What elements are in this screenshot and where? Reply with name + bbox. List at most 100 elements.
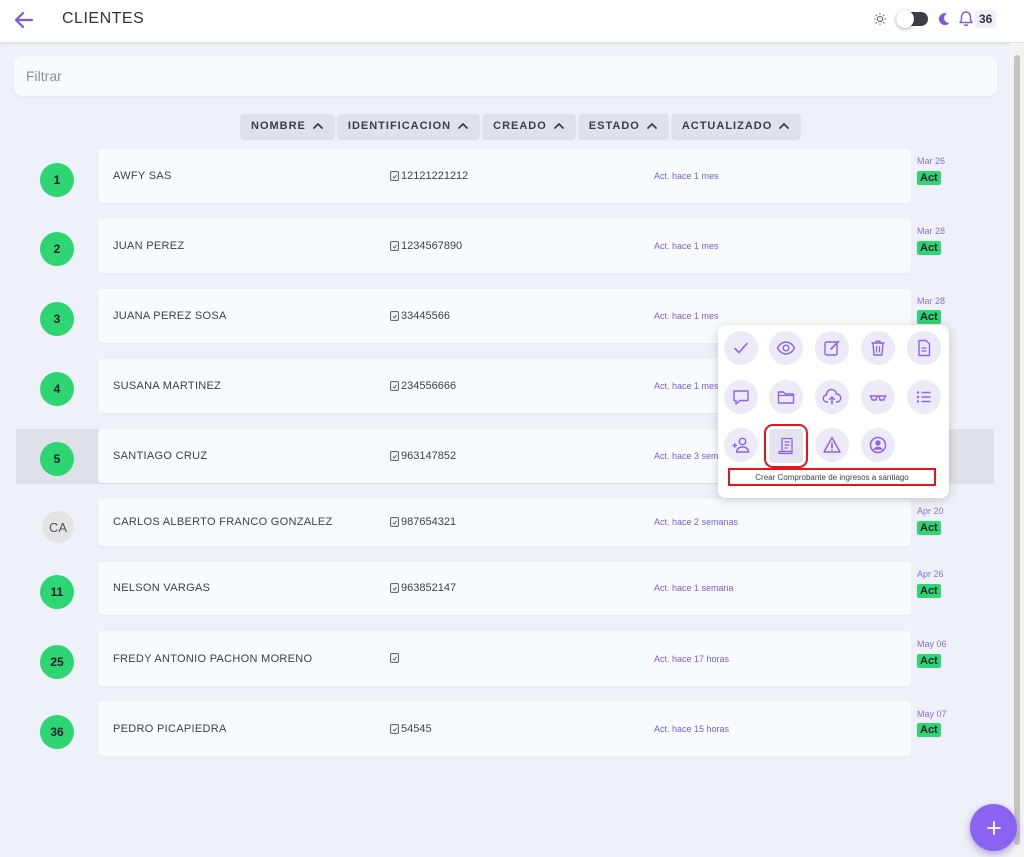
document-action-button[interactable] (907, 331, 941, 365)
status-badge: Act (917, 310, 941, 324)
edit-action-button[interactable] (815, 331, 849, 365)
status-badge: Act (917, 521, 941, 535)
client-date: May 07 (917, 709, 947, 719)
sort-creado-button[interactable]: CREADO (483, 114, 575, 138)
list-action-button[interactable] (907, 380, 941, 414)
add-client-button[interactable] (970, 804, 1017, 851)
client-id: 987654321 (401, 516, 457, 528)
client-id: 33445566 (401, 310, 450, 322)
client-avatar: 3 (40, 302, 74, 336)
list-icon (916, 391, 931, 403)
check-action-button[interactable] (724, 331, 758, 365)
add-user-action-button[interactable] (724, 428, 758, 462)
client-card[interactable]: JUAN PEREZ 1234567890 Act. hace 1 mes (98, 219, 911, 273)
client-name: PEDRO PICAPIEDRA (113, 723, 227, 735)
comment-action-button[interactable] (724, 380, 758, 414)
sort-label: ESTADO (588, 120, 640, 132)
sort-label: CREADO (493, 120, 547, 132)
actions-menu: Crear Comprobante de ingresos a santiago (718, 325, 949, 498)
scrollbar[interactable] (1010, 43, 1024, 857)
receipt-icon (778, 437, 793, 455)
client-date: Mar 28 (917, 226, 946, 236)
client-avatar: 5 (40, 442, 74, 476)
client-name: AWFY SAS (113, 170, 172, 182)
action-tooltip: Crear Comprobante de ingresos a santiago (728, 468, 936, 486)
id-card-icon (390, 381, 399, 391)
client-id: 1234567890 (401, 240, 463, 252)
id-card-icon (390, 171, 399, 181)
status-badge: Act (917, 171, 941, 185)
id-card-icon (390, 241, 399, 251)
check-icon (734, 342, 748, 354)
sort-estado-button[interactable]: ESTADO (578, 114, 668, 138)
theme-toggle[interactable] (896, 10, 928, 28)
bell-icon[interactable] (957, 10, 975, 28)
delete-action-button[interactable] (861, 331, 895, 365)
folder-action-button[interactable] (769, 380, 803, 414)
client-card[interactable]: PEDRO PICAPIEDRA 54545 Act. hace 15 hora… (98, 701, 911, 756)
client-updated: Act. hace 3 sem (654, 451, 719, 461)
sort-label: ACTUALIZADO (681, 120, 773, 132)
toggle-knob (896, 10, 914, 28)
status-badge: Act (917, 654, 941, 668)
chevron-up-icon (646, 123, 657, 129)
client-date: Apr 20 (917, 506, 944, 516)
id-card-icon (390, 724, 399, 734)
client-id: 54545 (401, 723, 432, 735)
client-date: Mar 26 (917, 156, 946, 166)
sort-label: IDENTIFICACION (347, 120, 452, 132)
client-name: SANTIAGO CRUZ (113, 450, 208, 462)
client-card[interactable]: AWFY SAS 12121221212 Act. hace 1 mes (98, 149, 911, 203)
id-card-icon (390, 583, 399, 593)
notification-count: 36 (975, 10, 997, 28)
client-id: 963852147 (401, 582, 457, 594)
moon-icon (938, 13, 950, 26)
client-card[interactable]: CARLOS ALBERTO FRANCO GONZALEZ 987654321… (98, 499, 911, 546)
client-avatar: CA (42, 511, 74, 543)
filter-input[interactable] (14, 56, 997, 96)
user-profile-action-button[interactable] (861, 428, 895, 462)
client-avatar: 1 (40, 163, 74, 197)
client-updated: Act. hace 2 semanas (654, 517, 739, 527)
chevron-up-icon (553, 123, 564, 129)
client-name: CARLOS ALBERTO FRANCO GONZALEZ (113, 516, 333, 528)
client-avatar: 2 (40, 232, 74, 266)
trash-icon (871, 340, 885, 356)
add-user-icon (732, 437, 750, 453)
client-card[interactable]: NELSON VARGAS 963852147 Act. hace 1 sema… (98, 562, 911, 615)
comment-icon (733, 390, 749, 405)
client-updated: Act. hace 1 mes (654, 171, 719, 181)
client-card[interactable]: FREDY ANTONIO PACHON MORENO Act. hace 17… (98, 631, 911, 686)
sort-actualizado-button[interactable]: ACTUALIZADO (671, 114, 801, 138)
chevron-up-icon (312, 123, 323, 129)
client-avatar: 36 (40, 715, 74, 749)
edit-icon (824, 340, 840, 356)
client-name: SUSANA MARTINEZ (113, 380, 222, 392)
create-receipt-action-button[interactable] (764, 424, 808, 468)
plus-icon (986, 820, 1001, 835)
client-updated: Act. hace 17 horas (654, 654, 730, 664)
warning-action-button[interactable] (815, 428, 849, 462)
sort-nombre-button[interactable]: NOMBRE (241, 114, 334, 138)
client-name: JUANA PEREZ SOSA (113, 310, 227, 322)
back-arrow-icon[interactable] (12, 8, 36, 32)
client-updated: Act. hace 1 semana (654, 583, 734, 593)
id-card-icon (390, 451, 399, 461)
folder-icon (777, 391, 795, 404)
client-updated: Act. hace 1 mes (654, 241, 719, 251)
client-avatar: 4 (40, 372, 74, 406)
client-avatar: 11 (40, 575, 74, 609)
client-name: NELSON VARGAS (113, 582, 211, 594)
upload-action-button[interactable] (815, 380, 849, 414)
eye-icon (776, 341, 796, 355)
glasses-icon (869, 395, 887, 401)
client-date: Apr 26 (917, 569, 944, 579)
id-card-icon (390, 517, 399, 527)
scrollbar-thumb[interactable] (1014, 55, 1020, 845)
glasses-action-button[interactable] (861, 380, 895, 414)
status-badge: Act (917, 241, 941, 255)
view-action-button[interactable] (769, 331, 803, 365)
status-badge: Act (917, 723, 941, 737)
status-badge: Act (917, 584, 941, 598)
sort-identificacion-button[interactable]: IDENTIFICACION (337, 114, 480, 138)
